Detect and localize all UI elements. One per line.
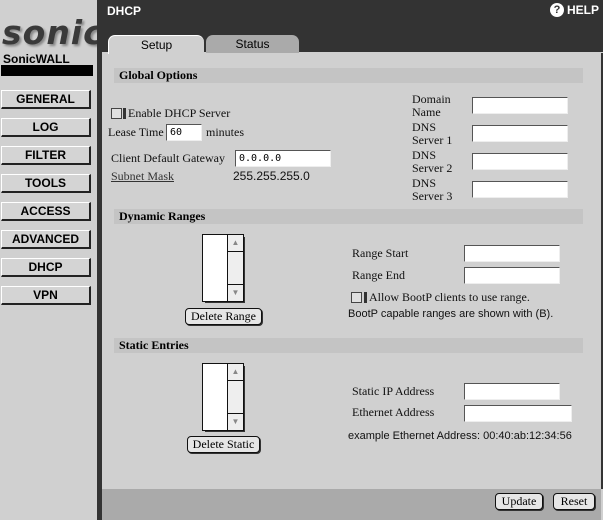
delete-static-button[interactable]: Delete Static xyxy=(187,436,260,453)
gateway-label: Client Default Gateway xyxy=(111,151,225,165)
static-ip-label: Static IP Address xyxy=(352,384,435,398)
domain-name-label: Domain Name xyxy=(412,92,451,119)
section-global-options: Global Options xyxy=(114,68,583,83)
scroll-up-icon[interactable]: ▲ xyxy=(228,364,243,381)
lease-time-input[interactable] xyxy=(166,124,202,141)
subnet-mask-value: 255.255.255.0 xyxy=(233,169,310,183)
gateway-input[interactable] xyxy=(235,150,331,167)
brand-bar xyxy=(1,65,93,76)
range-start-input[interactable] xyxy=(464,245,560,262)
delete-range-button[interactable]: Delete Range xyxy=(185,308,262,325)
checkbox-marker xyxy=(123,108,126,119)
nav-dhcp[interactable]: DHCP xyxy=(1,258,91,277)
brand-name: SonicWALL xyxy=(3,52,70,66)
ethernet-example-note: example Ethernet Address: 00:40:ab:12:34… xyxy=(348,430,572,442)
help-icon: ? xyxy=(549,3,564,17)
sonic-logo: sonic xyxy=(2,13,104,52)
range-start-label: Range Start xyxy=(352,246,409,260)
nav-general[interactable]: GENERAL xyxy=(1,90,91,109)
tab-status[interactable]: Status xyxy=(206,35,299,53)
nav-access[interactable]: ACCESS xyxy=(1,202,91,221)
nav-vpn[interactable]: VPN xyxy=(1,286,91,305)
section-dynamic-ranges: Dynamic Ranges xyxy=(114,209,583,224)
help-button[interactable]: ? HELP xyxy=(549,3,599,17)
subnet-mask-link[interactable]: Subnet Mask xyxy=(111,170,174,183)
lease-time-unit: minutes xyxy=(206,125,244,139)
bootp-checkbox[interactable] xyxy=(351,292,362,303)
static-entries-list[interactable]: ▲ ▼ xyxy=(202,363,244,431)
reset-button[interactable]: Reset xyxy=(553,493,595,510)
bootp-note: BootP capable ranges are shown with (B). xyxy=(348,308,554,320)
dns3-label: DNS Server 3 xyxy=(412,176,453,203)
nav-log[interactable]: LOG xyxy=(1,118,91,137)
static-ip-input[interactable] xyxy=(464,383,560,400)
range-end-input[interactable] xyxy=(464,267,560,284)
update-button[interactable]: Update xyxy=(495,493,543,510)
page-title: DHCP xyxy=(107,4,142,18)
dns3-input[interactable] xyxy=(472,181,568,198)
ethernet-input[interactable] xyxy=(464,405,572,422)
dns2-input[interactable] xyxy=(472,153,568,170)
help-label: HELP xyxy=(566,3,599,17)
dns1-input[interactable] xyxy=(472,125,568,142)
section-static-entries: Static Entries xyxy=(114,338,583,353)
scroll-up-icon[interactable]: ▲ xyxy=(228,235,243,252)
tab-setup[interactable]: Setup xyxy=(108,35,204,54)
nav-advanced[interactable]: ADVANCED xyxy=(1,230,91,249)
nav-tools[interactable]: TOOLS xyxy=(1,174,91,193)
scrollbar[interactable]: ▲ ▼ xyxy=(227,235,243,301)
dynamic-ranges-list[interactable]: ▲ ▼ xyxy=(202,234,244,302)
enable-dhcp-label: Enable DHCP Server xyxy=(128,106,231,120)
domain-name-input[interactable] xyxy=(472,97,568,114)
scroll-down-icon[interactable]: ▼ xyxy=(228,284,243,301)
checkbox-marker xyxy=(364,292,367,303)
dns2-label: DNS Server 2 xyxy=(412,148,453,175)
scroll-down-icon[interactable]: ▼ xyxy=(228,413,243,430)
nav-filter[interactable]: FILTER xyxy=(1,146,91,165)
enable-dhcp-checkbox[interactable] xyxy=(111,108,122,119)
dns1-label: DNS Server 1 xyxy=(412,120,453,147)
lease-time-label: Lease Time xyxy=(108,125,164,139)
scrollbar[interactable]: ▲ ▼ xyxy=(227,364,243,430)
range-end-label: Range End xyxy=(352,268,405,282)
ethernet-label: Ethernet Address xyxy=(352,405,435,419)
bootp-label: Allow BootP clients to use range. xyxy=(369,290,530,304)
